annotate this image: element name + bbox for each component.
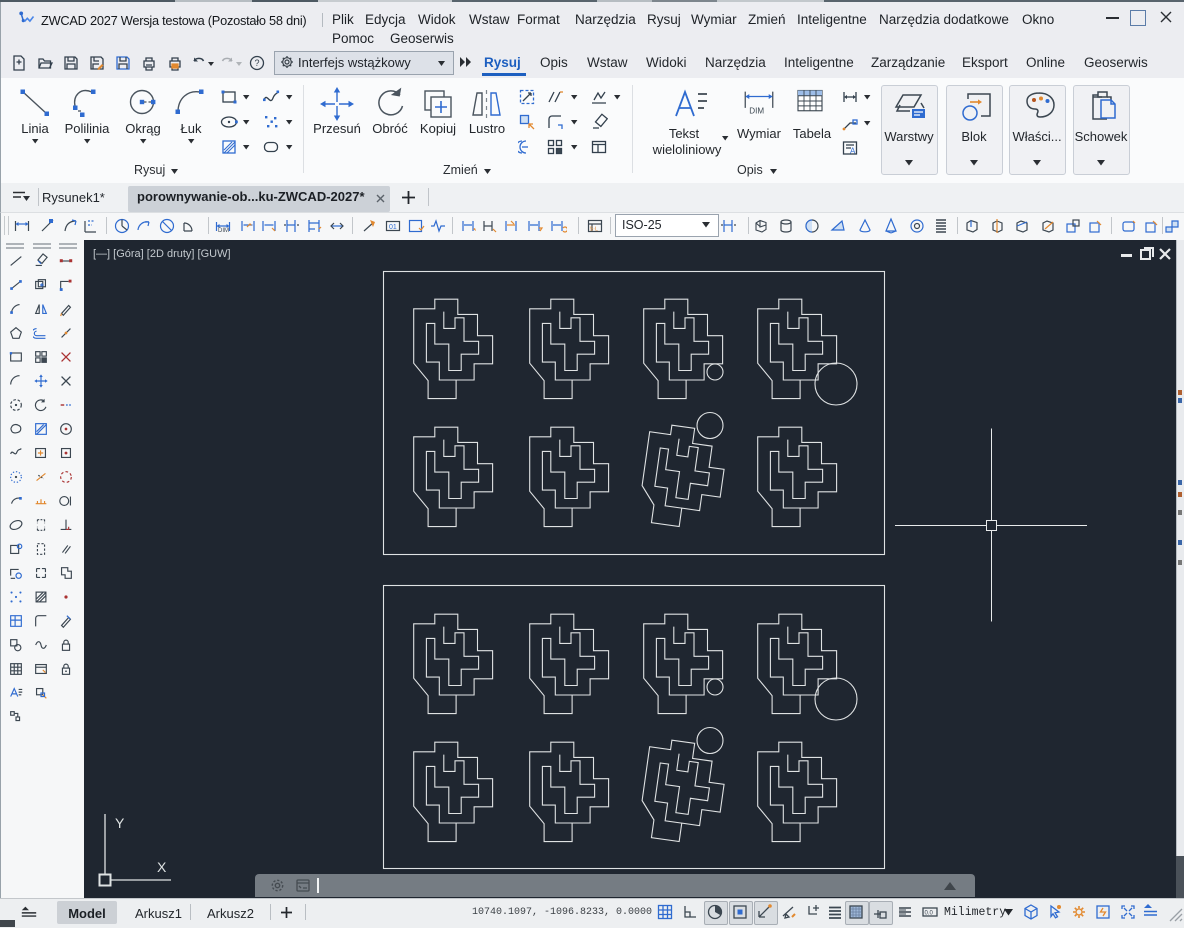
svg-text:S·L: S·L [590,227,599,233]
svg-text:[—] [Góra] [2D druty] [GUW]: [—] [Góra] [2D druty] [GUW] [93,248,231,260]
svg-text:DIM: DIM [218,228,229,234]
svg-text:A: A [850,147,856,156]
svg-text:?: ? [254,58,259,68]
svg-text:X: X [157,859,167,875]
svg-text:01: 01 [389,224,397,231]
svg-text:DIM: DIM [749,107,764,116]
svg-text:Y: Y [115,815,125,831]
svg-text:0.0: 0.0 [925,911,934,917]
